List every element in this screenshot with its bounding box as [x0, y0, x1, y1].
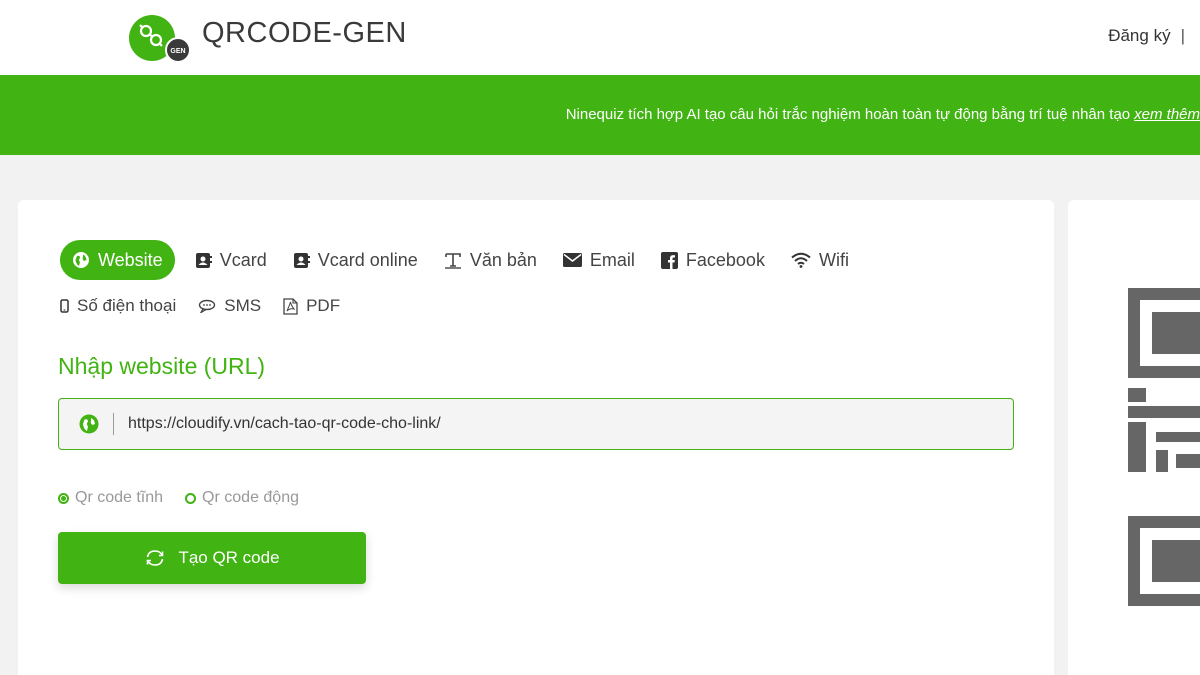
tab-label: SMS	[224, 296, 262, 315]
tab-facebook[interactable]: Facebook	[660, 240, 765, 280]
qr-code-preview	[1128, 288, 1200, 613]
refresh-icon	[144, 548, 166, 568]
tab-label: Email	[589, 249, 635, 270]
promo-banner: Ninequiz tích hợp AI tạo câu hỏi trắc ng…	[0, 75, 1200, 155]
tab-pdf[interactable]: PDF	[283, 292, 340, 320]
radio-label: Qr code động	[202, 489, 299, 506]
url-input[interactable]	[128, 415, 978, 433]
contact-card-icon	[293, 252, 310, 269]
envelope-icon	[562, 253, 582, 267]
tab-email[interactable]: Email	[562, 240, 635, 280]
tab-vcard-online[interactable]: Vcard online	[293, 240, 418, 280]
tab-sms[interactable]: SMS	[198, 292, 261, 320]
brand-logo[interactable]: GEN	[128, 12, 198, 64]
qr-preview-panel	[1068, 200, 1200, 675]
header-separator: |	[1180, 26, 1185, 45]
wifi-icon	[791, 252, 811, 268]
facebook-icon	[660, 251, 678, 269]
tab-label: Website	[98, 249, 163, 270]
contact-card-icon	[195, 252, 212, 269]
radio-static-qr[interactable]: Qr code tĩnh	[58, 489, 163, 507]
promo-more-link[interactable]: xem thêm	[1134, 106, 1200, 123]
tab-vcard[interactable]: Vcard	[195, 240, 267, 280]
tab-label: Vcard	[219, 249, 267, 270]
phone-icon	[60, 299, 69, 313]
form-title: Nhập website (URL)	[58, 353, 266, 379]
svg-text:GEN: GEN	[170, 48, 185, 55]
brand-name: QRCODE-GEN	[202, 17, 407, 49]
promo-text: Ninequiz tích hợp AI tạo câu hỏi trắc ng…	[566, 106, 1200, 123]
radio-indicator[interactable]	[185, 492, 197, 504]
create-qr-button[interactable]: Tạo QR code	[58, 532, 366, 584]
tab-label: Facebook	[685, 249, 765, 270]
tab-label: Số điện thoại	[77, 296, 177, 315]
type-tabs-row-1: Website Vcard Vcard online Văn bản Email	[60, 240, 875, 280]
qr-type-options: Qr code tĩnh Qr code động	[58, 489, 321, 507]
url-field[interactable]	[58, 398, 1014, 450]
tab-label: Wifi	[818, 249, 849, 270]
tab-phone[interactable]: Số điện thoại	[60, 292, 176, 320]
pdf-icon	[283, 297, 298, 315]
tab-website[interactable]: Website	[60, 240, 175, 280]
top-bar: GEN QRCODE-GEN Đăng ký |	[0, 0, 1200, 75]
promo-message: Ninequiz tích hợp AI tạo câu hỏi trắc ng…	[565, 106, 1131, 123]
tab-text[interactable]: Văn bản	[444, 240, 537, 280]
radio-checked-indicator[interactable]	[58, 492, 69, 504]
globe-icon	[79, 414, 99, 434]
register-label[interactable]: Đăng ký	[1108, 26, 1170, 45]
text-icon	[444, 251, 462, 269]
generator-card: Website Vcard Vcard online Văn bản Email	[18, 200, 1054, 675]
radio-dynamic-qr[interactable]: Qr code động	[185, 489, 299, 507]
register-link[interactable]: Đăng ký |	[1108, 26, 1185, 46]
type-tabs-row-2: Số điện thoại SMS PDF	[60, 292, 362, 320]
tab-label: Văn bản	[469, 249, 537, 270]
chat-icon	[198, 299, 216, 313]
tab-wifi[interactable]: Wifi	[791, 240, 849, 280]
globe-icon	[72, 251, 90, 269]
create-qr-label: Tạo QR code	[178, 548, 280, 567]
field-divider	[113, 413, 114, 435]
tab-label: PDF	[306, 296, 341, 315]
tab-label: Vcard online	[317, 249, 418, 270]
radio-label: Qr code tĩnh	[75, 489, 164, 506]
